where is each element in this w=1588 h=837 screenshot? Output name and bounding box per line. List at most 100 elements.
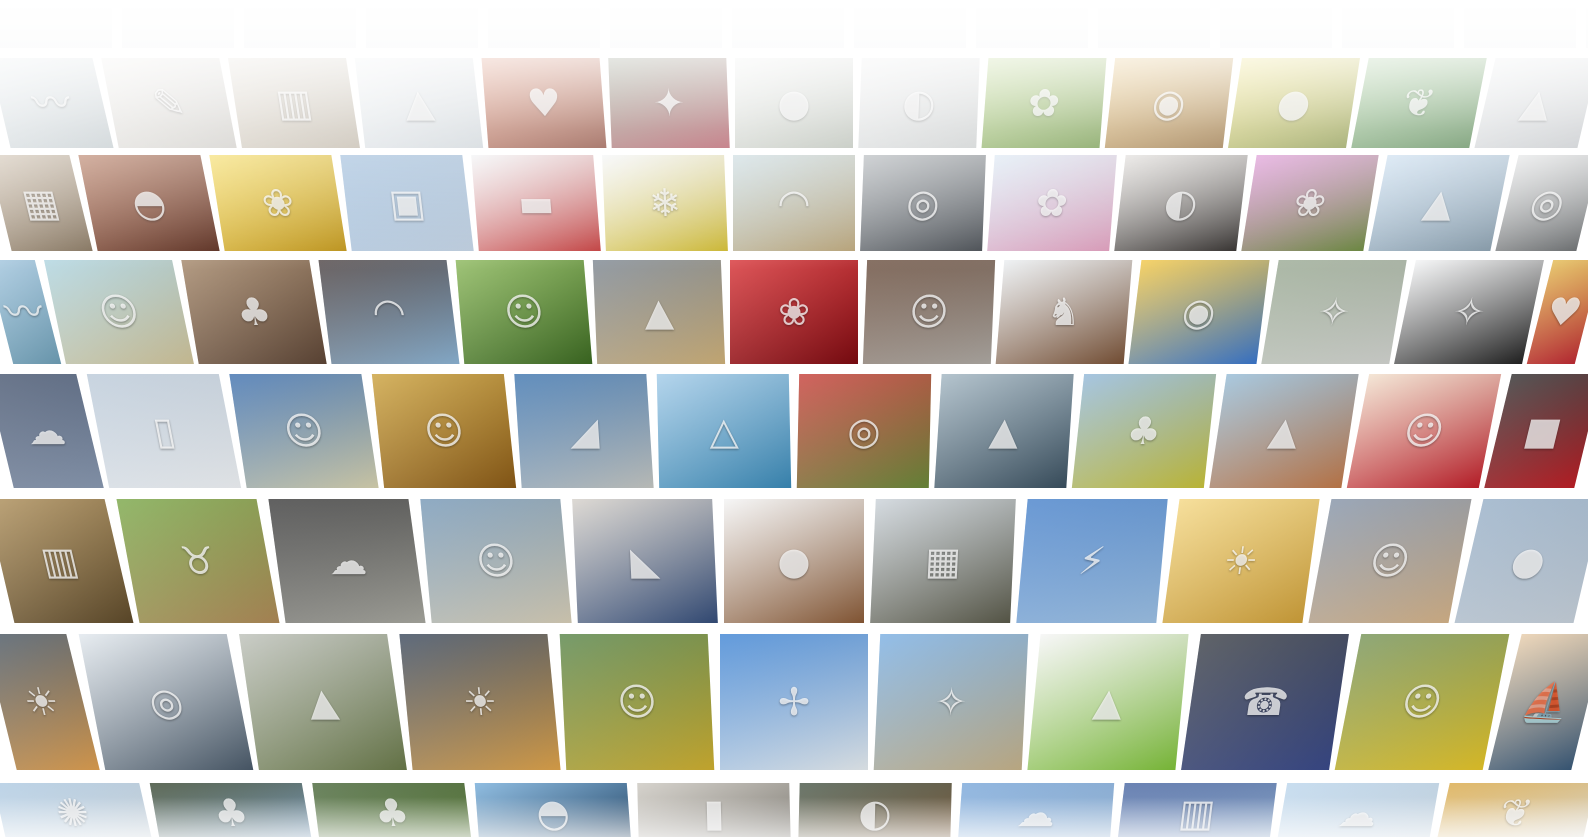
orchid-icon: ❀ bbox=[1290, 181, 1330, 225]
photo-tile-heart-candle: ♥ bbox=[481, 58, 607, 148]
horse-icon: ♞ bbox=[1045, 290, 1083, 334]
wave-icon: 〰 bbox=[0, 290, 49, 334]
food-icon: ◉ bbox=[1149, 81, 1189, 125]
snow-icon: ❄ bbox=[648, 181, 682, 225]
fruit-icon: ● bbox=[1274, 81, 1314, 125]
dog-icon: ● bbox=[777, 539, 811, 583]
cloud-icon: ☁ bbox=[324, 539, 370, 583]
photo-tile-lighthouse-sunset: ▲ bbox=[592, 260, 726, 364]
photo-tile-glass-dome: ◓ bbox=[474, 783, 631, 837]
object-icon: ■ bbox=[1519, 409, 1567, 453]
photo-tile-kids-snow-running: ❄ bbox=[602, 155, 728, 251]
photo-tile-woman-hair: ◐ bbox=[797, 783, 952, 837]
glass-icon: ▯ bbox=[149, 409, 179, 453]
photo-tile-dome-window: ◓ bbox=[78, 155, 220, 251]
wheel-icon: ✺ bbox=[51, 791, 94, 835]
photo-tile-boy-jester-hat: ▲ bbox=[1027, 634, 1189, 770]
photo-tile-dramatic-sky: ☁ bbox=[268, 499, 426, 623]
photo-tile-sneakers-jeans: ◣ bbox=[572, 499, 718, 623]
photo-tile-autumn-leaves: ❦ bbox=[1435, 783, 1588, 837]
photo-mosaic-wall: 〰 ✎ ▥ ▲ ♥ ✦ ● ◐ ✿ ◉ ● ❦ ▲ ▦ ◓ ❀ ▣ ▬ ❄ ◠ ◎ ✿ ◐ ❀ ▲ ◎ 〰 ☺ ♣ ◠ ☺ ▲ ❀ ☺ ♞ ◉ ✧ ✧ ♥ ☁… bbox=[0, 0, 1588, 837]
photo-tile-red-object: ■ bbox=[1484, 374, 1588, 488]
photo-tile-sea-coast: 〰 bbox=[0, 58, 114, 148]
balloon-icon: ◉ bbox=[1179, 290, 1219, 334]
person-icon: ◐ bbox=[901, 81, 937, 125]
mountain-icon: ▲ bbox=[987, 409, 1021, 453]
sky-icon: ☁ bbox=[1334, 791, 1381, 835]
photo-tile-sailboat-sea: △ bbox=[656, 374, 792, 488]
photo-tile-lake-mountain: ▲ bbox=[934, 374, 1074, 488]
photo-tile-woman-black: ◐ bbox=[1114, 155, 1248, 251]
photo-tile-boy-leaves: ☺ bbox=[371, 374, 517, 488]
photo-tile-yellow-roses: ❀ bbox=[209, 155, 347, 251]
person-icon: ◐ bbox=[1161, 181, 1201, 225]
photo-tile-ferris-wheel: ✺ bbox=[0, 783, 153, 837]
photo-tile-boy-dandelion: ☺ bbox=[455, 260, 593, 364]
photo-tile-sky-light: ☁ bbox=[1276, 783, 1439, 837]
photo-tile-boy-binoculars: ◎ bbox=[796, 374, 932, 488]
leaf-icon: ❦ bbox=[1494, 791, 1537, 835]
baby-icon: ☺ bbox=[1366, 539, 1414, 583]
photo-tile-forest-canopy: ♣ bbox=[311, 783, 472, 837]
family-icon: ☺ bbox=[474, 539, 518, 583]
photo-tile-red-rose: ❀ bbox=[730, 260, 858, 364]
photo-tile-cloudy-sunset: ☁ bbox=[0, 374, 104, 488]
photo-tile-bull-terrier-field: ● bbox=[735, 58, 853, 148]
photo-tile-bokeh-lights: ✦ bbox=[608, 58, 730, 148]
arch-icon: ◠ bbox=[369, 290, 409, 334]
baby-icon: ☺ bbox=[1399, 409, 1449, 453]
pylon-icon: ⚡ bbox=[1076, 539, 1108, 583]
photo-tile-baby-santa-hat: ☺ bbox=[1308, 499, 1472, 623]
tree-icon: ♣ bbox=[233, 290, 275, 334]
child-icon: ☺ bbox=[94, 290, 144, 334]
photo-tile-eye-exam-machine: ◎ bbox=[860, 155, 986, 251]
photo-tile-woman-jump-beach: ✧ bbox=[873, 634, 1029, 770]
sun-icon: ☀ bbox=[1220, 539, 1262, 583]
dancer-icon: ✧ bbox=[1314, 290, 1354, 334]
sled-icon: ▬ bbox=[516, 181, 556, 225]
photo-tile-arch-sea-view: ◠ bbox=[318, 260, 460, 364]
photo-tile-pink-orchids: ❀ bbox=[1241, 155, 1379, 251]
cake-icon: ♥ bbox=[1541, 290, 1587, 334]
photo-tile-venice-harbour: ▲ bbox=[1209, 374, 1359, 488]
cow-icon: ♉ bbox=[176, 539, 220, 583]
stairs-icon: ◎ bbox=[145, 680, 187, 724]
photo-tile-speakers: ◎ bbox=[1495, 155, 1588, 251]
photo-tile-rock-spires: ▲ bbox=[239, 634, 407, 770]
faded-top-tile-strip bbox=[0, 8, 1588, 48]
photo-tile-hill-silhouette: ☀ bbox=[399, 634, 561, 770]
photo-tile-parliament-building: ▥ bbox=[0, 499, 134, 623]
hiker-icon: ▲ bbox=[1419, 181, 1459, 225]
photo-tile-blue-sky: ☁ bbox=[957, 783, 1114, 837]
sky-icon: ☁ bbox=[1014, 791, 1057, 835]
town-icon: ▦ bbox=[924, 539, 962, 583]
photo-tile-man-shouting: ☎ bbox=[1181, 634, 1349, 770]
shoe-icon: ◣ bbox=[629, 539, 661, 583]
face-icon: ☺ bbox=[908, 290, 950, 334]
photo-tile-blue-mosaic: ▣ bbox=[340, 155, 474, 251]
tower-icon: ▲ bbox=[1266, 409, 1302, 453]
dome-icon: ◓ bbox=[534, 791, 571, 835]
photo-tile-spiral-staircase: ◎ bbox=[78, 634, 254, 770]
binoculars-icon: ◎ bbox=[846, 409, 882, 453]
photo-tile-yellow-tree: ♣ bbox=[1071, 374, 1217, 488]
photo-tile-clover-leaves: ❦ bbox=[1351, 58, 1487, 148]
dome-icon: ◓ bbox=[127, 181, 171, 225]
photo-tile-skyscraper: ▥ bbox=[1116, 783, 1277, 837]
photo-tile-pebbles: ● bbox=[1454, 499, 1588, 623]
sun-icon: ☀ bbox=[19, 680, 64, 724]
wave-icon: 〰 bbox=[27, 81, 76, 125]
photo-tile-hill-town: ▦ bbox=[870, 499, 1016, 623]
building-icon: ▥ bbox=[1175, 791, 1218, 835]
eye-icon: ◎ bbox=[905, 181, 941, 225]
photo-tile-rocky-beach: ◠ bbox=[733, 155, 855, 251]
climb-icon: ☺ bbox=[616, 680, 658, 724]
column-icon: ▮ bbox=[702, 791, 725, 835]
boat-icon: ◢ bbox=[567, 409, 601, 453]
mountain-icon: ▲ bbox=[305, 680, 341, 724]
pebble-icon: ● bbox=[1506, 539, 1551, 583]
ship-icon: ⛵ bbox=[1517, 680, 1576, 724]
photo-tile-man-portrait: ☺ bbox=[862, 260, 996, 364]
lighthouse-icon: ▲ bbox=[643, 290, 675, 334]
jump-icon: ✧ bbox=[934, 680, 968, 724]
